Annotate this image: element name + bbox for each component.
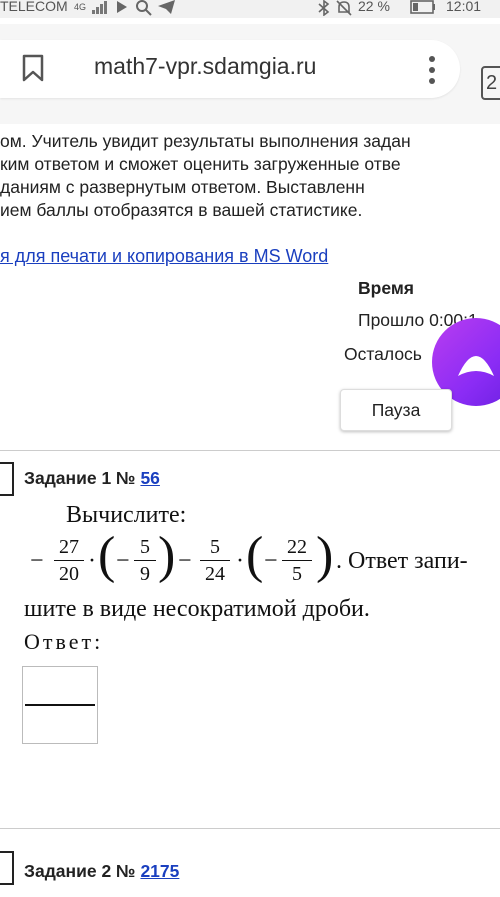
denominator: 20: [59, 563, 79, 586]
task1-checkbox[interactable]: [0, 462, 14, 496]
battery-icon: [410, 0, 436, 17]
divider: [0, 828, 500, 829]
bluetooth-icon: [318, 0, 330, 19]
address-bar[interactable]: math7-vpr.sdamgia.ru: [0, 40, 460, 98]
intro-line: ким ответом и сможет оценить загруженные…: [0, 154, 401, 174]
url-text[interactable]: math7-vpr.sdamgia.ru: [94, 53, 316, 80]
timer-title: Время: [358, 278, 414, 298]
carrier-name: TELECOM: [0, 0, 68, 14]
timer-remaining: Осталось: [344, 344, 422, 364]
minus-sign: −: [178, 548, 192, 574]
task2-checkbox[interactable]: [0, 851, 14, 885]
pause-button[interactable]: Пауза: [340, 389, 452, 431]
tabs-button[interactable]: 2: [481, 66, 500, 100]
fraction: 27 20: [54, 536, 84, 585]
minus-sign: −: [264, 548, 278, 574]
task1-heading: Вычислите:: [66, 502, 187, 528]
minus-sign: −: [116, 548, 130, 574]
network-type: 4G: [74, 2, 87, 12]
task2-title-label: Задание 2 №: [24, 861, 136, 881]
task2-number-link[interactable]: 2175: [140, 861, 179, 881]
answer-label: Ответ:: [24, 629, 104, 654]
task2-title: Задание 2 № 2175: [24, 861, 179, 882]
intro-line: ом. Учитель увидит результаты выполнения…: [0, 131, 411, 151]
denominator: 9: [140, 563, 150, 586]
fraction: 5 9: [134, 536, 156, 585]
task1-title: Задание 1 № 56: [24, 468, 160, 489]
numerator: 5: [210, 536, 220, 558]
signal-icon: [92, 0, 110, 17]
paren-open: (: [246, 527, 264, 584]
mute-bell-icon: [336, 0, 352, 19]
numerator: 22: [287, 536, 307, 558]
clock: 12:01: [446, 0, 482, 14]
intro-line: даниям с развернутым ответом. Выставленн: [0, 177, 365, 197]
dot-sign: ·: [88, 548, 96, 574]
fraction-bar: [25, 704, 95, 706]
fraction: 22 5: [282, 536, 312, 585]
bookmark-icon[interactable]: [22, 54, 44, 82]
denominator: 24: [205, 563, 225, 586]
denominator: 5: [292, 563, 302, 586]
telegram-icon: [158, 0, 176, 17]
print-version-link[interactable]: я для печати и копирования в MS Word: [0, 246, 328, 267]
divider: [0, 450, 500, 451]
battery-percent: 22 %: [358, 0, 390, 14]
fraction: 5 24: [200, 536, 230, 585]
task1-number-link[interactable]: 56: [140, 468, 159, 488]
numerator: 27: [59, 536, 79, 558]
intro-line: ием баллы отобразятся в вашей статистике…: [0, 200, 363, 220]
answer-fraction-input: [22, 666, 101, 745]
dot-sign: ·: [236, 548, 244, 574]
paren-open: (: [98, 527, 116, 584]
task1-instruction: . Ответ запи-: [336, 548, 468, 574]
play-icon: [116, 0, 128, 17]
numerator: 5: [140, 536, 150, 558]
paren-close: ): [316, 527, 334, 584]
task1-expression: − 27 20 · ( − 5 9 ) − 5 24 · ( − 22 5 ) …: [30, 530, 500, 600]
minus-sign: −: [30, 548, 44, 574]
answer-numerator-input[interactable]: [23, 667, 101, 705]
paren-close: ): [158, 527, 176, 584]
task1-title-label: Задание 1 №: [24, 468, 136, 488]
answer-denominator-input[interactable]: [23, 707, 101, 745]
search-notification-icon: [136, 0, 152, 19]
browser-toolbar: math7-vpr.sdamgia.ru 2: [0, 24, 500, 124]
status-bar: TELECOM 4G 22 % 12:01: [0, 0, 500, 18]
intro-paragraph: ом. Учитель увидит результаты выполнения…: [0, 130, 500, 222]
task1-instruction-cont: шите в виде несократимой дроби.: [24, 596, 370, 622]
more-menu-icon[interactable]: [426, 52, 438, 88]
